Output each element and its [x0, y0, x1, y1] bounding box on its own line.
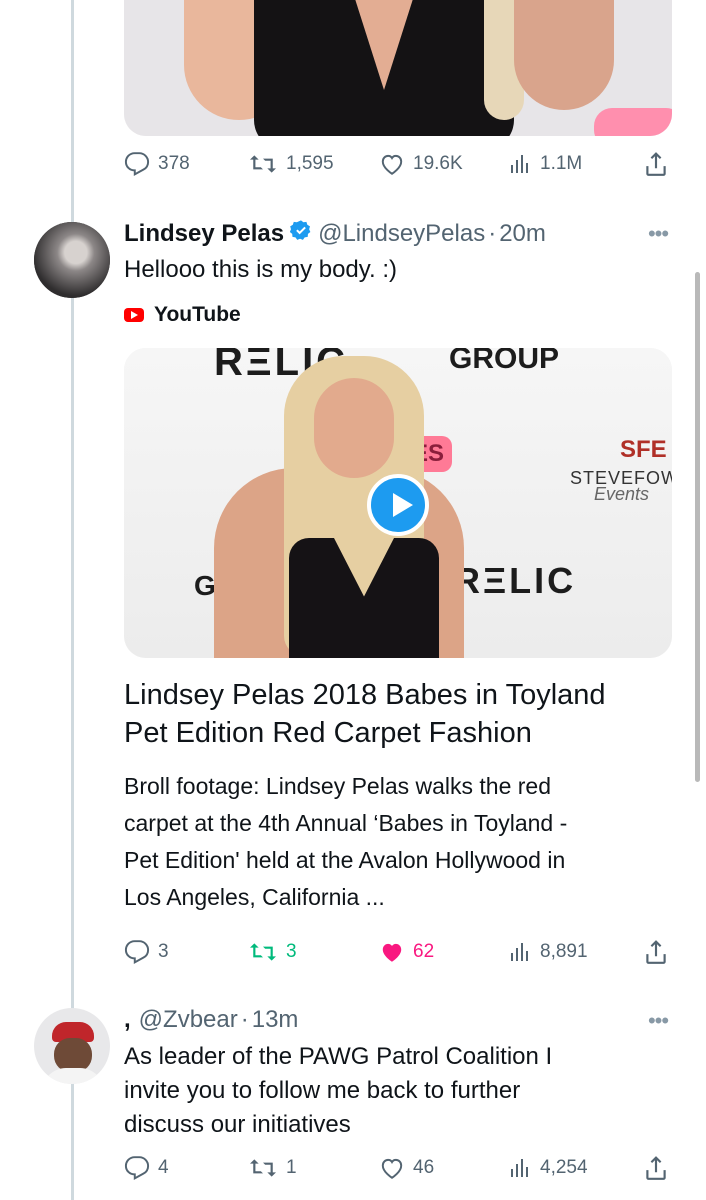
retweet-icon — [250, 155, 276, 173]
views-icon — [511, 1159, 528, 1177]
heart-icon — [382, 943, 402, 962]
share-button[interactable] — [643, 149, 669, 179]
thumbnail-figure-face — [314, 378, 394, 478]
reply-icon — [124, 940, 150, 965]
retweet-count: 1 — [286, 1157, 297, 1178]
user-handle[interactable]: @Zvbear — [139, 1006, 238, 1034]
reply-button[interactable]: 3 — [124, 937, 169, 967]
reply-icon — [124, 152, 150, 177]
backdrop-logo-text: SFE — [620, 436, 667, 463]
tweet-text: As leader of the PAWG Patrol Coalition I… — [124, 1040, 552, 1142]
like-count: 46 — [413, 1157, 435, 1178]
link-card-description-line: Broll footage: Lindsey Pelas walks the r… — [124, 773, 552, 799]
link-card-description-line: carpet at the 4th Annual ‘Babes in Toyla… — [124, 810, 568, 836]
backdrop-logo-text: Events — [594, 484, 650, 504]
views-icon — [511, 155, 528, 173]
retweet-button[interactable]: 3 — [248, 937, 297, 967]
share-icon — [646, 152, 666, 176]
reply-button[interactable]: 4 — [124, 1153, 169, 1183]
reply-icon — [124, 1156, 150, 1181]
like-button[interactable]: 19.6K — [379, 149, 463, 179]
backdrop-logo-text: GROUP — [449, 348, 560, 375]
share-icon — [646, 1156, 666, 1180]
link-card-description-line: Los Angeles, California ... — [124, 884, 385, 910]
heart-icon — [381, 154, 403, 175]
tweet-text-line: As leader of the PAWG Patrol Coalition I — [124, 1043, 553, 1070]
avatar-image — [34, 222, 110, 298]
tweet-text: Hellooo this is my body. :) — [124, 256, 397, 283]
tweet-action-bar: 378 1,595 19.6K 1.1M — [124, 149, 672, 179]
retweet-count: 1,595 — [286, 153, 334, 174]
link-card-title[interactable]: Lindsey Pelas 2018 Babes in Toyland Pet … — [124, 676, 672, 752]
timeline: 378 1,595 19.6K 1.1M Lindsey Pelas @Lind… — [0, 0, 706, 1200]
share-icon — [646, 940, 666, 964]
link-card-description-line: Pet Edition' held at the Avalon Hollywoo… — [124, 847, 566, 873]
like-count: 19.6K — [413, 153, 463, 174]
tweet-action-bar: 4 1 46 4,254 — [124, 1153, 672, 1183]
views-button[interactable]: 4,254 — [508, 1153, 588, 1183]
tweet-timestamp[interactable]: 13m — [252, 1006, 299, 1034]
link-card-thumbnail[interactable]: RΞLIC GROUP ES SFE STEVEFOWL Events RΞLI… — [124, 348, 672, 658]
more-icon[interactable]: ••• — [646, 222, 670, 246]
reply-button[interactable]: 378 — [124, 149, 190, 179]
user-handle[interactable]: @LindseyPelas — [318, 220, 485, 248]
like-button[interactable]: 46 — [379, 1153, 434, 1183]
display-name[interactable]: Lindsey Pelas — [124, 220, 284, 248]
retweet-count: 3 — [286, 941, 297, 962]
media-backdrop-logo — [594, 108, 672, 136]
retweet-button[interactable]: 1,595 — [248, 149, 334, 179]
retweet-icon — [250, 1159, 276, 1177]
share-button[interactable] — [643, 937, 669, 967]
media-figure-arm-right — [514, 0, 614, 110]
avatar[interactable] — [34, 1008, 110, 1084]
reply-count: 378 — [158, 153, 190, 174]
tweet-action-bar: 3 3 62 8,891 — [124, 937, 672, 967]
tweet-text-line: invite you to follow me back to further — [124, 1077, 521, 1104]
link-card-title-line: Lindsey Pelas 2018 Babes in Toyland — [124, 679, 606, 711]
avatar[interactable] — [34, 222, 110, 298]
play-icon[interactable] — [367, 474, 429, 536]
more-icon[interactable]: ••• — [646, 1009, 670, 1033]
views-count: 8,891 — [540, 941, 588, 962]
like-count: 62 — [413, 941, 435, 962]
tweet-text-line: discuss our initiatives — [124, 1111, 351, 1138]
retweet-button[interactable]: 1 — [248, 1153, 297, 1183]
display-name[interactable]: , — [124, 1006, 131, 1034]
link-card-description: Broll footage: Lindsey Pelas walks the r… — [124, 768, 672, 916]
backdrop-logo-text: RΞLIC — [454, 560, 577, 601]
verified-badge-icon — [289, 219, 312, 248]
youtube-icon — [124, 308, 144, 322]
views-count: 1.1M — [540, 153, 583, 174]
views-button[interactable]: 8,891 — [508, 937, 588, 967]
link-card-title-line: Pet Edition Red Carpet Fashion — [124, 717, 532, 749]
tweet-timestamp[interactable]: 20m — [499, 220, 546, 248]
views-count: 4,254 — [540, 1157, 588, 1178]
tweet-header: , @Zvbear · 13m — [124, 1006, 298, 1034]
link-source-label: YouTube — [154, 303, 241, 326]
avatar-shirt — [42, 1068, 104, 1084]
scrollbar[interactable] — [695, 272, 700, 782]
views-icon — [511, 943, 528, 961]
reply-count: 3 — [158, 941, 169, 962]
heart-icon — [381, 1158, 403, 1179]
tweet-media-image[interactable] — [124, 0, 672, 136]
link-source[interactable]: YouTube — [124, 302, 241, 328]
views-button[interactable]: 1.1M — [508, 149, 582, 179]
retweet-icon — [250, 943, 276, 961]
reply-count: 4 — [158, 1157, 169, 1178]
share-button[interactable] — [643, 1153, 669, 1183]
separator-dot: · — [240, 1006, 249, 1033]
separator-dot: · — [488, 219, 497, 247]
tweet-header: Lindsey Pelas @LindseyPelas · 20m — [124, 219, 546, 248]
like-button[interactable]: 62 — [379, 937, 434, 967]
avatar-face — [54, 1038, 92, 1072]
